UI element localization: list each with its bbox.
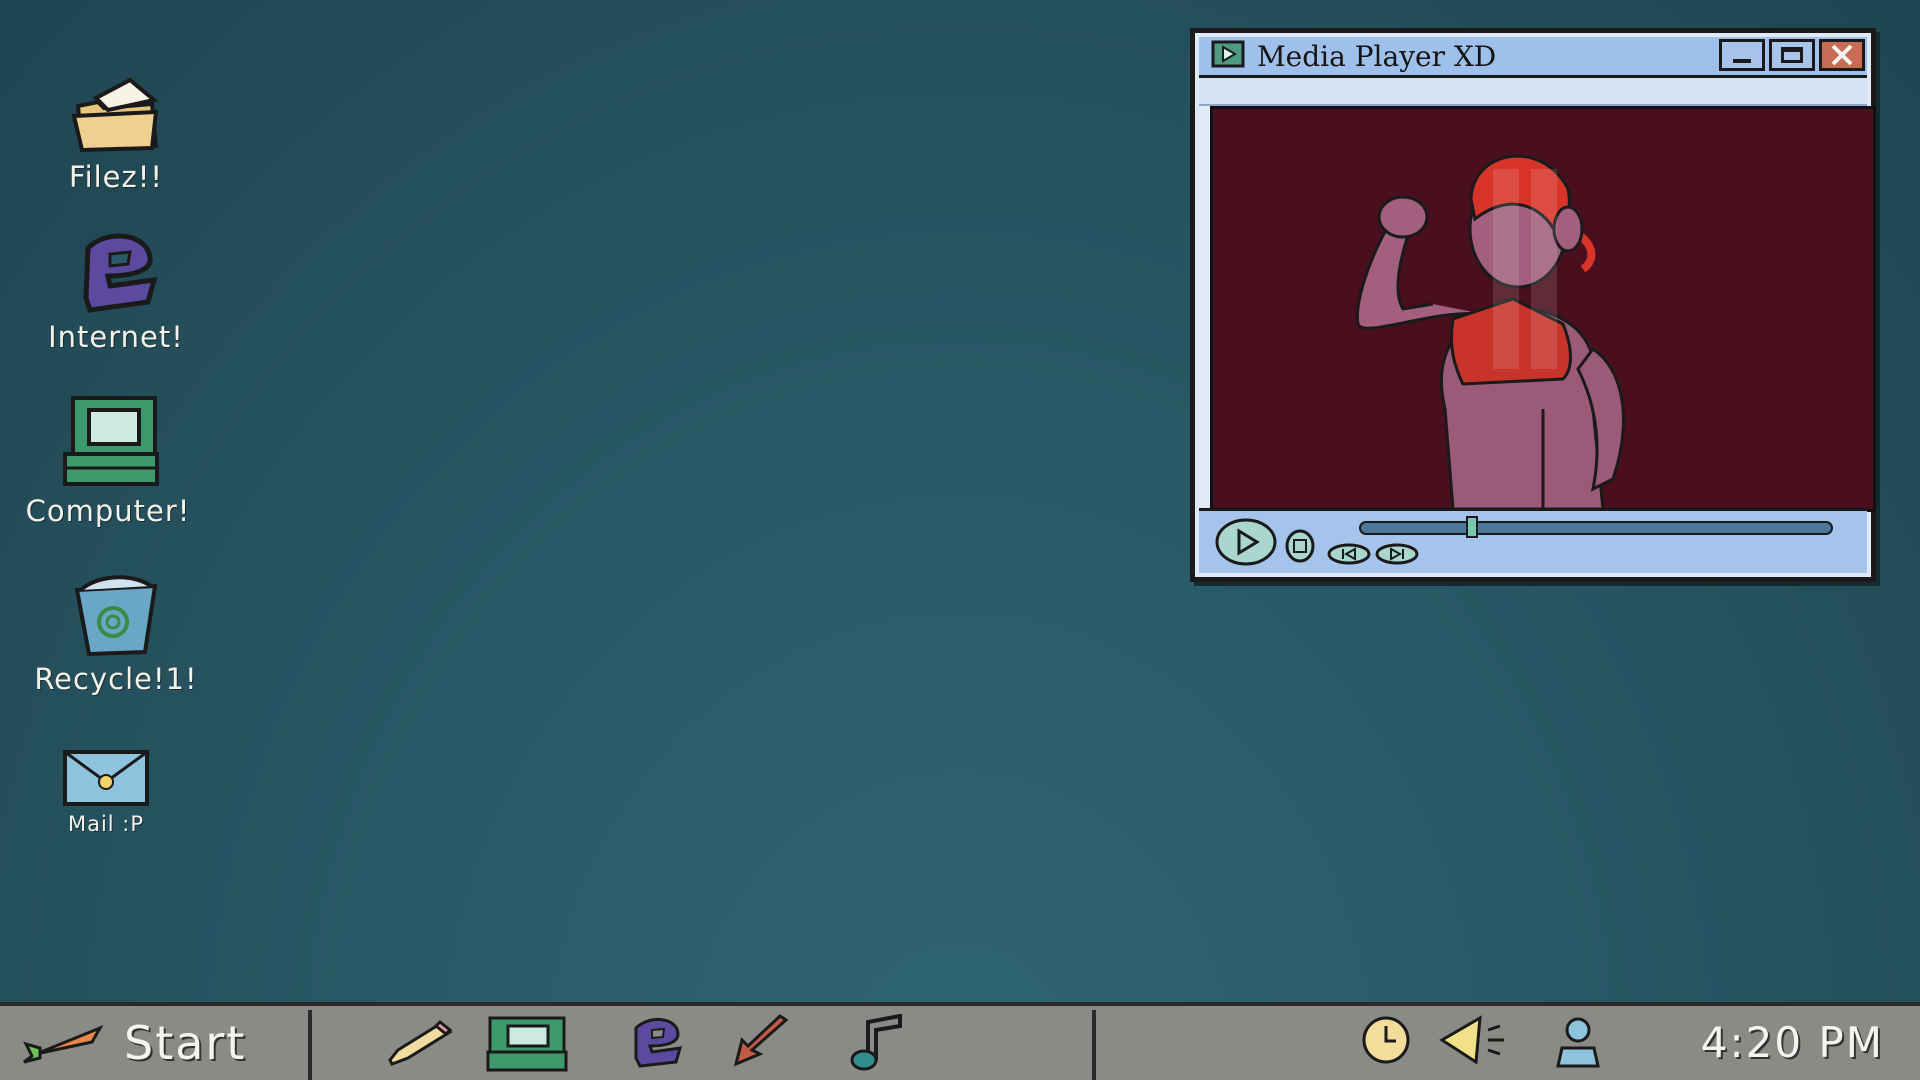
window-title: Media Player XD xyxy=(1257,39,1497,73)
start-button[interactable]: Start xyxy=(0,1006,310,1080)
internet-icon[interactable] xyxy=(626,1014,686,1070)
taskbar: Start 4:20 PM xyxy=(0,1002,1920,1080)
folder-icon xyxy=(71,77,159,153)
clock-icon[interactable] xyxy=(1360,1014,1412,1066)
desktop-icon-label: Filez!! xyxy=(69,160,163,194)
desktop-icon-mail[interactable]: Mail :P xyxy=(16,748,196,836)
taskbar-divider xyxy=(1092,1010,1096,1080)
close-icon xyxy=(1831,44,1853,66)
seek-handle[interactable] xyxy=(1466,516,1479,538)
seek-bar[interactable] xyxy=(1359,516,1833,538)
window-titlebar[interactable]: Media Player XD xyxy=(1199,37,1867,78)
desktop-icon-recycle[interactable]: Recycle!1! xyxy=(26,574,206,696)
desktop-icon-filez[interactable]: Filez!! xyxy=(26,76,206,194)
carrot-icon xyxy=(23,1024,104,1064)
desktop-icon-label: Recycle!1! xyxy=(34,662,198,696)
computer-icon[interactable] xyxy=(484,1014,570,1074)
media-player-window: Media Player XD xyxy=(1190,28,1876,582)
arrow-icon[interactable] xyxy=(730,1014,792,1070)
desktop-icon-computer[interactable]: Computer! xyxy=(18,394,198,528)
maximize-button[interactable] xyxy=(1769,39,1815,71)
desktop-icon-label: Computer! xyxy=(25,494,191,528)
next-icon[interactable] xyxy=(1375,543,1419,565)
system-clock[interactable]: 4:20 PM xyxy=(1701,1018,1884,1067)
play-icon[interactable] xyxy=(1215,517,1277,567)
volume-icon[interactable] xyxy=(1436,1014,1508,1066)
desktop-icon-label: Internet! xyxy=(48,320,184,354)
video-frame[interactable] xyxy=(1210,106,1876,512)
taskbar-divider xyxy=(308,1010,312,1080)
minimize-button[interactable] xyxy=(1719,39,1765,71)
internet-icon xyxy=(83,233,158,313)
maximize-icon xyxy=(1781,47,1803,63)
desktop-icon-label: Mail :P xyxy=(67,812,145,836)
stop-icon[interactable] xyxy=(1285,529,1315,563)
computer-icon xyxy=(63,396,159,486)
mail-icon xyxy=(63,750,149,806)
media-player-icon xyxy=(1211,40,1245,72)
close-button[interactable] xyxy=(1819,39,1865,71)
desktop-icon-internet[interactable]: Internet! xyxy=(26,228,206,354)
user-icon[interactable] xyxy=(1548,1014,1606,1072)
music-note-icon[interactable] xyxy=(846,1014,908,1074)
pencil-icon[interactable] xyxy=(384,1014,454,1070)
start-label: Start xyxy=(124,1016,247,1070)
window-menubar xyxy=(1199,78,1867,106)
playback-controls xyxy=(1199,508,1867,573)
minimize-icon xyxy=(1733,59,1751,63)
recycle-bin-icon xyxy=(74,575,158,657)
previous-icon[interactable] xyxy=(1327,543,1371,565)
video-character-illustration xyxy=(1213,109,1873,509)
